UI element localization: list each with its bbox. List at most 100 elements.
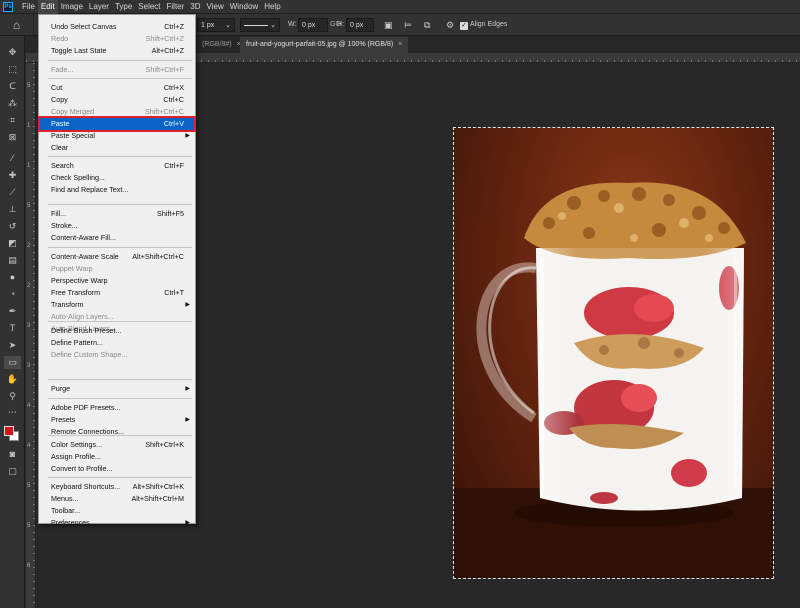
align-edges-checkbox[interactable]: ✓ Align Edges — [460, 18, 507, 32]
path-arrangement-icon[interactable]: ⧉ — [424, 18, 430, 32]
menu-item-presets[interactable]: Presets ▶ — [40, 414, 194, 426]
parfait-photo[interactable] — [454, 128, 773, 578]
menu-item-copy[interactable]: Copy Ctrl+C — [40, 94, 194, 106]
hand-tool-icon[interactable]: ✋ — [4, 373, 21, 386]
menu-item-adobe-pdf-presets[interactable]: Adobe PDF Presets... — [40, 402, 194, 414]
menu-item-shortcut: Alt+Ctrl+Z — [151, 46, 184, 55]
photoshop-logo-icon[interactable]: Ps — [3, 2, 13, 12]
parfait-image — [454, 182, 773, 578]
history-brush-tool-icon[interactable]: ↺ — [4, 220, 21, 233]
menu-item-check-spelling[interactable]: Check Spelling... — [40, 172, 194, 184]
frame-tool-icon[interactable]: ⊠ — [4, 131, 21, 144]
quick-mask-icon[interactable]: ◙ — [4, 448, 21, 461]
chevron-down-icon: ⌄ — [225, 22, 231, 29]
menu-item-content-aware-scale[interactable]: Content-Aware Scale Alt+Shift+Ctrl+C — [40, 251, 194, 263]
menu-item-shortcut: Alt+Shift+Ctrl+M — [131, 494, 184, 503]
menu-help[interactable]: Help — [261, 0, 283, 14]
rectangle-tool-icon[interactable]: ▭ — [4, 356, 21, 369]
tab-fruit-yogurt-parfait[interactable]: fruit-and-yogurt-parfait-05.jpg @ 100% (… — [240, 37, 409, 53]
marquee-tool-icon[interactable]: ⬚ — [4, 63, 21, 76]
menu-item-convert-to-profile[interactable]: Convert to Profile... — [40, 463, 194, 475]
lasso-tool-icon[interactable]: ᑕ — [4, 80, 21, 93]
dodge-tool-icon[interactable]: ◔ — [4, 288, 21, 301]
menu-item-label: Menus... — [51, 494, 79, 503]
menu-layer[interactable]: Layer — [86, 0, 112, 14]
menu-edit[interactable]: Edit — [37, 0, 58, 14]
crop-tool-icon[interactable]: ⌗ — [4, 114, 21, 127]
foreground-color-swatch[interactable] — [4, 426, 14, 436]
menu-item-content-aware-fill[interactable]: Content-Aware Fill... — [40, 232, 194, 244]
menu-item-free-transform[interactable]: Free Transform Ctrl+T — [40, 287, 194, 299]
menu-item-remote-connections[interactable]: Remote Connections... — [40, 426, 194, 438]
menu-item-label: Perspective Warp — [51, 276, 108, 285]
menu-select[interactable]: Select — [135, 0, 163, 14]
ruler-number: 5 — [27, 523, 31, 529]
menu-file[interactable]: File — [19, 0, 38, 14]
height-field[interactable]: 0 px — [346, 18, 374, 32]
width-field[interactable]: 0 px — [298, 18, 328, 32]
menu-separator — [48, 247, 192, 248]
menu-item-fill[interactable]: Fill... Shift+F5 — [40, 208, 194, 220]
more-tools-icon[interactable]: ⋯ — [4, 406, 21, 419]
quick-selection-tool-icon[interactable]: ⁂ — [4, 97, 21, 110]
menu-item-define-brush-preset[interactable]: Define Brush Preset... — [40, 325, 194, 337]
brush-tool-icon[interactable]: ⟋ — [4, 186, 21, 199]
menu-item-perspective-warp[interactable]: Perspective Warp — [40, 275, 194, 287]
menu-item-menus[interactable]: Menus... Alt+Shift+Ctrl+M — [40, 493, 194, 505]
menu-item-define-pattern[interactable]: Define Pattern... — [40, 337, 194, 349]
menu-3d[interactable]: 3D — [187, 0, 203, 14]
clone-stamp-tool-icon[interactable]: ⊥ — [4, 203, 21, 216]
home-icon[interactable]: ⌂ — [0, 14, 34, 36]
tab-label: fruit-and-yogurt-parfait-05.jpg @ 100% (… — [246, 41, 394, 48]
menu-separator — [48, 204, 192, 205]
type-tool-icon[interactable]: T — [4, 322, 21, 335]
move-tool-icon[interactable]: ✥ — [4, 46, 21, 59]
menu-image[interactable]: Image — [58, 0, 86, 14]
menu-item-purge[interactable]: Purge ▶ — [40, 383, 194, 395]
menu-item-paste[interactable]: Paste Ctrl+V — [38, 116, 196, 132]
ruler-number: 3 — [27, 323, 31, 329]
path-operations-icon[interactable]: ▣ — [384, 18, 393, 32]
submenu-arrow-icon: ▶ — [185, 302, 190, 308]
path-selection-tool-icon[interactable]: ➤ — [4, 339, 21, 352]
menu-item-toggle-last-state[interactable]: Toggle Last State Alt+Ctrl+Z — [40, 45, 194, 57]
document-tabs: (RGB/8#) × fruit-and-yogurt-parfait-05.jp… — [196, 37, 800, 53]
menu-item-shortcut: Shift+Ctrl+C — [144, 107, 184, 116]
menu-type[interactable]: Type — [112, 0, 135, 14]
menu-item-toolbar[interactable]: Toolbar... — [40, 505, 194, 517]
close-icon[interactable]: × — [398, 41, 402, 48]
pen-tool-icon[interactable]: ✒ — [4, 305, 21, 318]
menu-item-cut[interactable]: Cut Ctrl+X — [40, 82, 194, 94]
menu-item-preferences[interactable]: Preferences ▶ — [40, 517, 194, 529]
stroke-width-field[interactable]: 1 px ⌄ — [197, 18, 235, 32]
align-edges-label: Align Edges — [470, 21, 508, 28]
healing-brush-tool-icon[interactable]: ✚ — [4, 169, 21, 182]
menu-item-clear[interactable]: Clear — [40, 142, 194, 154]
stroke-type-select[interactable]: ⌄ — [240, 18, 280, 32]
menu-window[interactable]: Window — [227, 0, 261, 14]
menu-view[interactable]: View — [204, 0, 227, 14]
eyedropper-tool-icon[interactable]: ⁄ — [4, 152, 21, 165]
menu-item-stroke[interactable]: Stroke... — [40, 220, 194, 232]
menu-separator — [48, 477, 192, 478]
menu-item-label: Paste Special — [51, 131, 95, 140]
menu-item-label: Toggle Last State — [51, 46, 107, 55]
menu-item-search[interactable]: Search Ctrl+F — [40, 160, 194, 172]
menu-item-find-and-replace-text[interactable]: Find and Replace Text... — [40, 184, 194, 196]
eraser-tool-icon[interactable]: ◩ — [4, 237, 21, 250]
menu-item-color-settings[interactable]: Color Settings... Shift+Ctrl+K — [40, 439, 194, 451]
menu-item-label: Stroke... — [51, 221, 78, 230]
menu-filter[interactable]: Filter — [164, 0, 188, 14]
menu-item-undo-select-canvas[interactable]: Undo Select Canvas Ctrl+Z — [40, 21, 194, 33]
gradient-tool-icon[interactable]: ▤ — [4, 254, 21, 267]
menu-item-paste-special[interactable]: Paste Special ▶ — [40, 130, 194, 142]
path-alignment-icon[interactable]: ⊨ — [404, 18, 412, 32]
blur-tool-icon[interactable]: ● — [4, 271, 21, 284]
menu-item-keyboard-shortcuts[interactable]: Keyboard Shortcuts... Alt+Shift+Ctrl+K — [40, 481, 194, 493]
screen-mode-icon[interactable]: ▢ — [4, 465, 21, 478]
zoom-tool-icon[interactable]: ⚲ — [4, 390, 21, 403]
submenu-arrow-icon: ▶ — [185, 417, 190, 423]
menu-item-assign-profile[interactable]: Assign Profile... — [40, 451, 194, 463]
gear-icon[interactable]: ⚙ — [446, 18, 454, 32]
menu-item-transform[interactable]: Transform ▶ — [40, 299, 194, 311]
